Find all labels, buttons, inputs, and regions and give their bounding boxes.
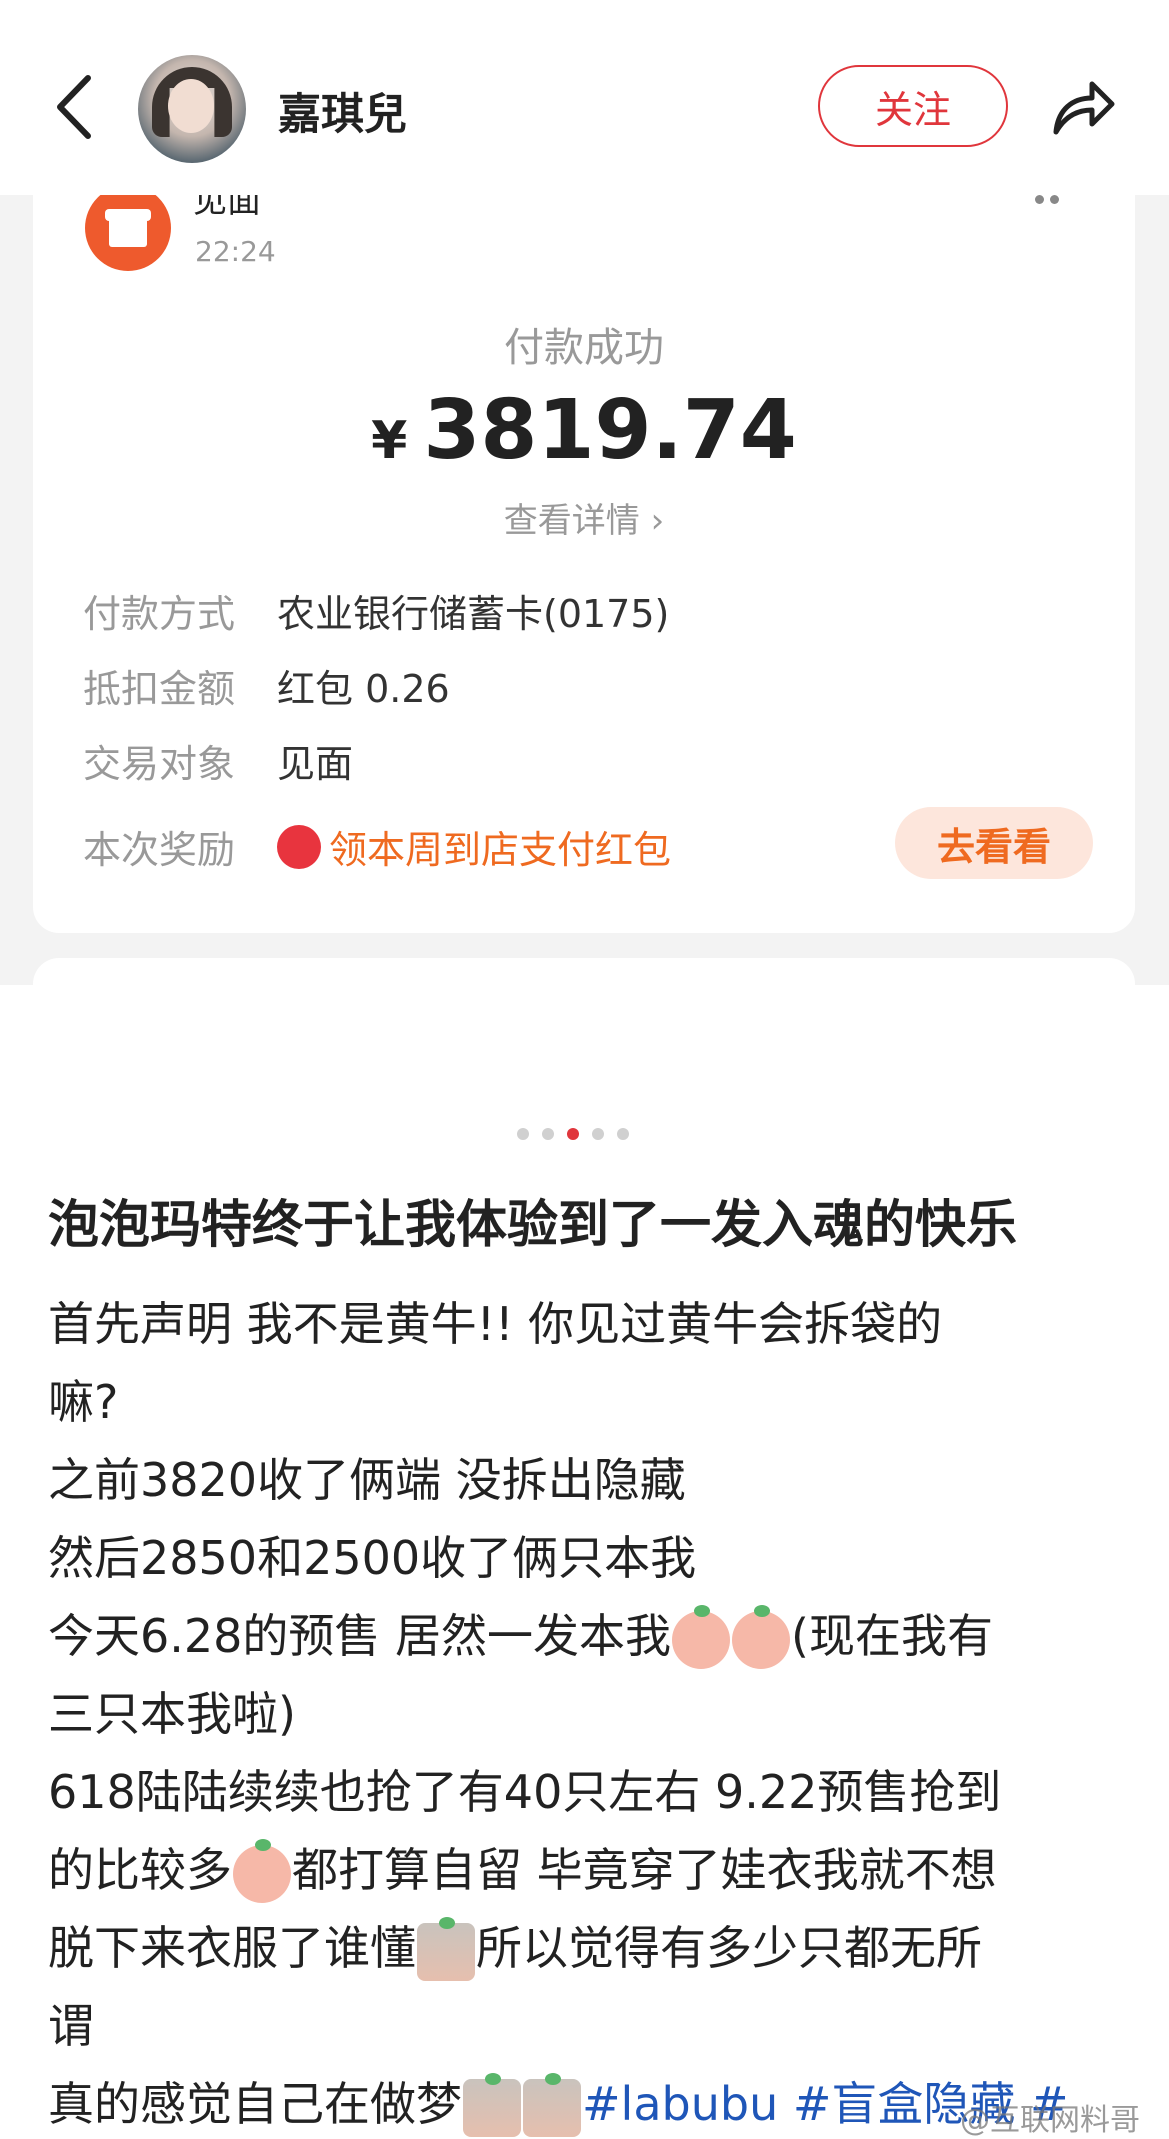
post-text: 真的感觉自己在做梦: [48, 2077, 462, 2131]
carousel-dot[interactable]: [542, 1128, 554, 1140]
deduction-label: 抵扣金额: [83, 667, 236, 711]
back-arrow-icon[interactable]: [50, 72, 100, 142]
post-text: 所以觉得有多少只都无所: [476, 1921, 982, 1975]
payment-status: 付款成功: [504, 325, 664, 371]
post-text-line: 真的感觉自己在做梦 #labubu #盲盒隐藏 #: [48, 2068, 1069, 2137]
share-icon[interactable]: [1050, 74, 1118, 138]
gift-icon: [277, 825, 321, 869]
post-text-line: 首先声明 我不是黄牛!! 你见过黄牛会拆袋的: [48, 1297, 943, 1351]
labubu-emoji-icon: [672, 1604, 731, 1669]
post-text: 都打算自留 毕竟穿了娃衣我就不想: [292, 1843, 997, 1897]
payment-method-label: 付款方式: [83, 592, 236, 636]
post-text-line: 脱下来衣服了谁懂 所以觉得有多少只都无所: [48, 1912, 982, 1981]
post-text: 的比较多: [48, 1843, 232, 1897]
deduction-value: 红包 0.26: [277, 667, 450, 711]
carousel-indicator[interactable]: [517, 1128, 629, 1140]
payment-method-value: 农业银行储蓄卡(0175): [277, 592, 670, 636]
transaction-time: 22:24: [195, 235, 276, 268]
watermark: @互联网料哥: [960, 2103, 1140, 2138]
payment-screenshot[interactable]: 见面 22:24 付款成功 ¥3819.74 查看详情 › 付款方式 农业银行储…: [0, 195, 1169, 985]
crying-emoji-icon: [233, 1838, 291, 1903]
post-text-line: 三只本我啦): [48, 1687, 296, 1741]
carousel-dot[interactable]: [617, 1128, 629, 1140]
next-card-edge: [33, 958, 1135, 985]
post-text-line: 618陆陆续续也抢了有40只左右 9.22预售抢到: [48, 1765, 1002, 1819]
post-text: 脱下来衣服了谁懂: [48, 1921, 416, 1975]
avatar[interactable]: [138, 55, 246, 163]
more-options-icon[interactable]: [1035, 195, 1075, 209]
reward-link[interactable]: 领本周到店支付红包: [329, 819, 671, 874]
shop-logo-icon: [85, 195, 171, 271]
view-reward-button[interactable]: 去看看: [895, 807, 1093, 879]
follow-button[interactable]: 关注: [818, 65, 1008, 147]
post-title: 泡泡玛特终于让我体验到了一发入魂的快乐: [48, 1196, 1018, 1255]
shop-name: 见面: [193, 195, 261, 221]
post-text: 今天6.28的预售 居然一发本我: [48, 1609, 672, 1663]
view-details-link[interactable]: 查看详情 ›: [33, 493, 1135, 542]
shy-emoji-icon: [417, 1916, 475, 1981]
counterparty-label: 交易对象: [83, 742, 236, 786]
post-text-line: 之前3820收了俩端 没拆出隐藏: [48, 1453, 686, 1507]
top-bar: 嘉琪兒 关注: [0, 0, 1169, 195]
currency-symbol: ¥: [371, 411, 408, 471]
post-text-line: 今天6.28的预售 居然一发本我 (现在我有: [48, 1600, 993, 1669]
smug-emoji-icon: [463, 2072, 521, 2137]
amount-value: 3819.74: [423, 383, 797, 478]
post-text-line: 的比较多 都打算自留 毕竟穿了娃衣我就不想: [48, 1834, 997, 1903]
username[interactable]: 嘉琪兒: [278, 80, 407, 142]
payment-amount: ¥3819.74: [33, 383, 1135, 478]
counterparty-value: 见面: [277, 742, 354, 786]
carousel-dot[interactable]: [592, 1128, 604, 1140]
post-text-line: 然后2850和2500收了俩只本我: [48, 1531, 697, 1585]
post-text: (现在我有: [791, 1609, 993, 1663]
carousel-dot[interactable]: [517, 1128, 529, 1140]
post-text-line: 嘛?: [48, 1375, 119, 1429]
smug-emoji-icon: [523, 2072, 581, 2137]
reward-label: 本次奖励: [83, 828, 236, 872]
payment-card: 见面 22:24 付款成功 ¥3819.74 查看详情 › 付款方式 农业银行储…: [33, 195, 1135, 933]
labubu-emoji-icon: [732, 1604, 791, 1669]
post-text-line: 谓: [48, 1999, 94, 2053]
carousel-dot-active[interactable]: [567, 1128, 579, 1140]
